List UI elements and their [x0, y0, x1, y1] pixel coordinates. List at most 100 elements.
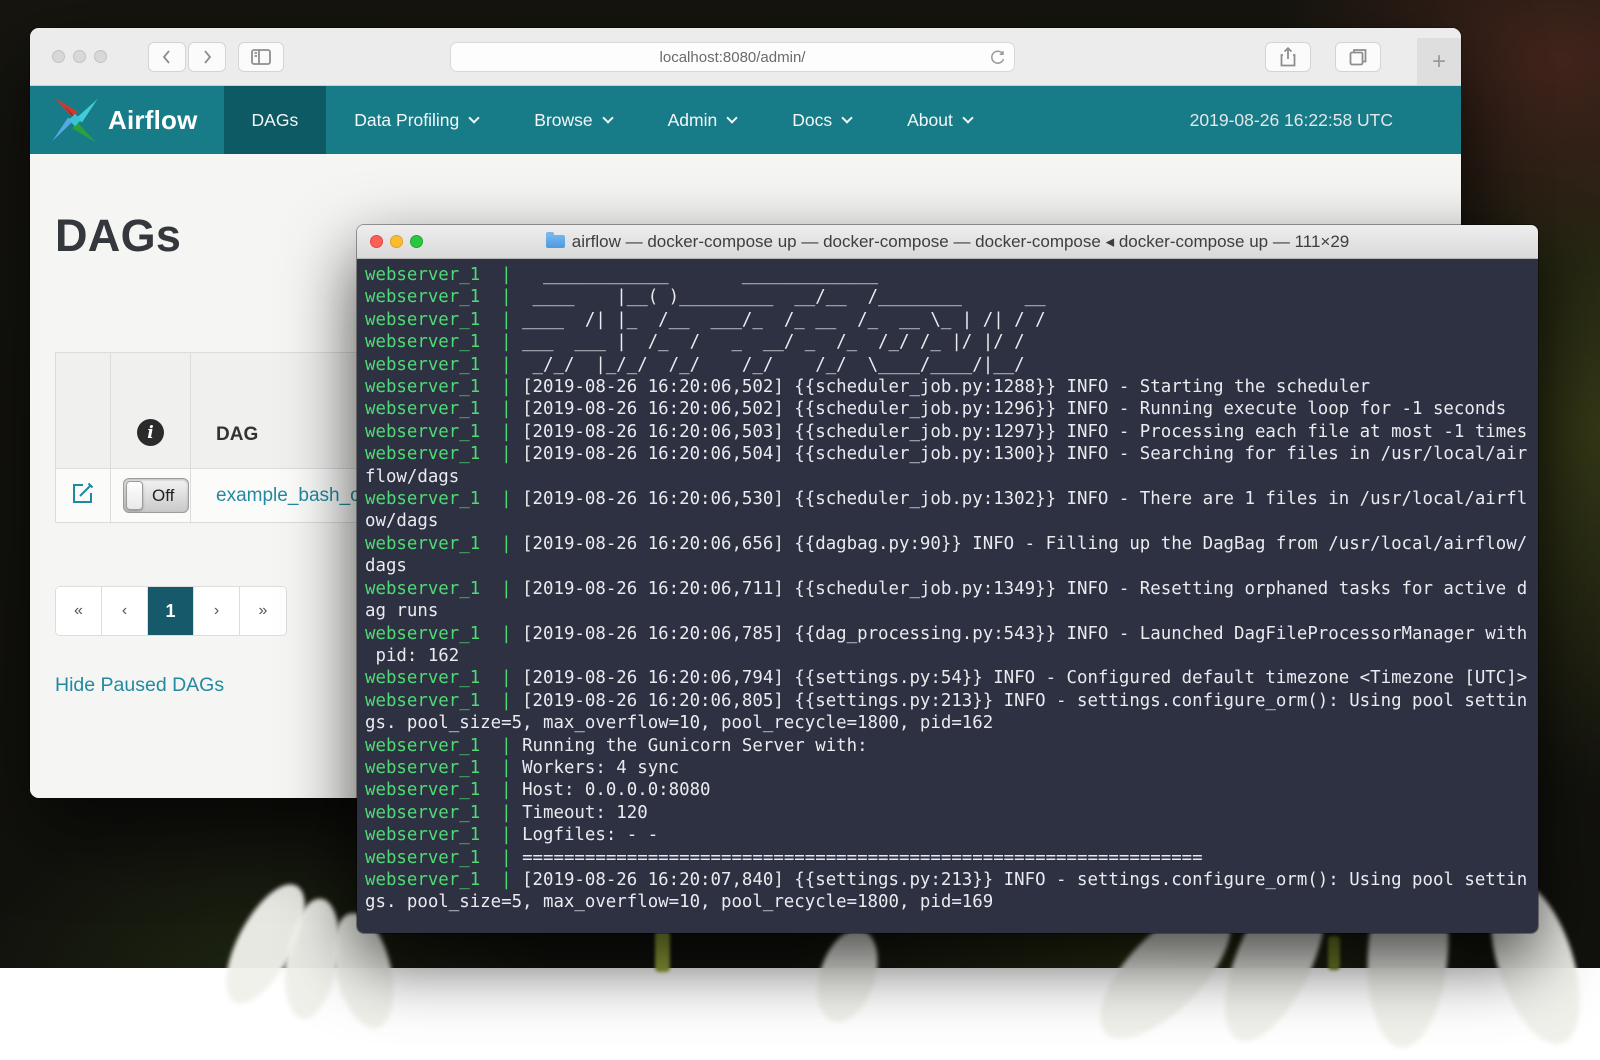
airflow-navbar: Airflow DAGs Data Profiling Browse Admin Doc… [30, 86, 1461, 154]
nav-item-dags[interactable]: DAGs [224, 86, 327, 154]
nav-item-browse[interactable]: Browse [506, 86, 639, 154]
chevron-down-icon [727, 112, 738, 123]
nav-item-about[interactable]: About [879, 86, 1000, 154]
terminal-line: webserver_1 | Running the Gunicorn Serve… [365, 735, 1538, 757]
sidebar-toggle-button[interactable] [238, 42, 284, 72]
chevron-down-icon [841, 112, 852, 123]
terminal-line: flow/dags [365, 466, 1538, 488]
terminal-title-text: airflow — docker-compose up — docker-com… [572, 232, 1350, 252]
terminal-line: webserver_1 | ==========================… [365, 847, 1538, 869]
terminal-line: webserver_1 | ____________ _____________ [365, 264, 1538, 286]
terminal-line: webserver_1 | [2019-08-26 16:20:06,530] … [365, 488, 1538, 510]
pagination-item[interactable]: › [194, 587, 240, 635]
nav-item-label: Admin [668, 110, 718, 131]
terminal-window: airflow — docker-compose up — docker-com… [357, 225, 1538, 933]
nav-item-data-profiling[interactable]: Data Profiling [326, 86, 506, 154]
flower-stem [655, 930, 670, 972]
pagination-item[interactable]: « [56, 587, 102, 635]
nav-item-label: Docs [792, 110, 832, 131]
terminal-line: ow/dags [365, 510, 1538, 532]
terminal-line: pid: 162 [365, 645, 1538, 667]
tabs-icon [1349, 48, 1367, 66]
zoom-window-icon[interactable] [410, 235, 423, 248]
terminal-line: webserver_1 | [2019-08-26 16:20:06,502] … [365, 376, 1538, 398]
terminal-line: webserver_1 | _/_/ |_/_/ /_/ /_/ /_/ \__… [365, 354, 1538, 376]
terminal-line: webserver_1 | [2019-08-26 16:20:06,794] … [365, 667, 1538, 689]
nav-item-admin[interactable]: Admin [640, 86, 765, 154]
nav-item-label: DAGs [252, 110, 299, 131]
back-button[interactable] [148, 42, 186, 72]
daisy-petal [807, 922, 889, 1030]
terminal-line: webserver_1 | [2019-08-26 16:20:06,711] … [365, 578, 1538, 600]
terminal-title: airflow — docker-compose up — docker-com… [546, 232, 1350, 252]
nav-item-label: Browse [534, 110, 592, 131]
navbar-menu: DAGs Data Profiling Browse Admin Docs About [224, 86, 1000, 154]
terminal-line: webserver_1 | [2019-08-26 16:20:06,504] … [365, 443, 1538, 465]
terminal-line: webserver_1 | [2019-08-26 16:20:06,502] … [365, 398, 1538, 420]
close-window-icon[interactable] [52, 50, 65, 63]
info-column-header: i [111, 353, 191, 469]
pagination-item[interactable]: ‹ [102, 587, 148, 635]
terminal-line: webserver_1 | Logfiles: - - [365, 824, 1538, 846]
airflow-brand[interactable]: Airflow [50, 95, 198, 145]
nav-item-label: About [907, 110, 953, 131]
edit-cell [56, 469, 111, 523]
utc-clock: 2019-08-26 16:22:58 UTC [1190, 110, 1393, 131]
minimize-window-icon[interactable] [73, 50, 86, 63]
toggle-knob [126, 481, 143, 510]
terminal-line: webserver_1 | ____ /| |_ /__ ___/_ /_ __… [365, 309, 1538, 331]
terminal-line: webserver_1 | [2019-08-26 16:20:06,785] … [365, 623, 1538, 645]
info-icon: i [137, 419, 164, 446]
chevron-down-icon [962, 112, 973, 123]
forward-button[interactable] [188, 42, 226, 72]
chevron-right-icon [199, 48, 215, 66]
terminal-line: gs. pool_size=5, max_overflow=10, pool_r… [365, 712, 1538, 734]
terminal-line: ag runs [365, 600, 1538, 622]
terminal-body[interactable]: webserver_1 | ____________ _____________… [357, 259, 1538, 933]
minimize-window-icon[interactable] [390, 235, 403, 248]
brand-name: Airflow [108, 105, 198, 136]
nav-item-docs[interactable]: Docs [764, 86, 879, 154]
terminal-line: webserver_1 | ___ ___ | /_ / _ __/ _ /_ … [365, 331, 1538, 353]
terminal-titlebar[interactable]: airflow — docker-compose up — docker-com… [357, 225, 1538, 259]
refresh-icon[interactable] [989, 49, 1006, 71]
terminal-line: webserver_1 | [2019-08-26 16:20:06,656] … [365, 533, 1538, 555]
airflow-logo-icon [50, 95, 100, 145]
chevron-down-icon [602, 112, 613, 123]
new-tab-button[interactable]: + [1417, 38, 1461, 85]
flower-stem [1328, 936, 1340, 970]
chevron-left-icon [159, 48, 175, 66]
toggle-cell: Off [111, 469, 191, 523]
terminal-line: webserver_1 | [2019-08-26 16:20:06,503] … [365, 421, 1538, 443]
share-icon [1280, 47, 1296, 67]
terminal-line: webserver_1 | [2019-08-26 16:20:06,805] … [365, 690, 1538, 712]
window-controls[interactable] [52, 50, 107, 63]
chevron-down-icon [469, 112, 480, 123]
hide-paused-dags-link[interactable]: Hide Paused DAGs [55, 674, 224, 697]
dag-pause-toggle[interactable]: Off [123, 478, 189, 513]
share-button[interactable] [1265, 42, 1311, 72]
address-bar[interactable]: localhost:8080/admin/ [450, 42, 1015, 72]
toggle-label: Off [152, 486, 174, 506]
browser-toolbar: localhost:8080/admin/ + [30, 28, 1461, 86]
terminal-window-controls[interactable] [370, 235, 423, 248]
close-window-icon[interactable] [370, 235, 383, 248]
pagination-current-page[interactable]: 1 [148, 587, 194, 635]
terminal-line: webserver_1 | Workers: 4 sync [365, 757, 1538, 779]
terminal-line: webserver_1 | ____ |__( )_________ __/__… [365, 286, 1538, 308]
url-text: localhost:8080/admin/ [660, 49, 806, 66]
pagination-item[interactable]: » [240, 587, 286, 635]
edit-column-header [56, 353, 111, 469]
edit-dag-icon[interactable] [71, 481, 95, 505]
nav-item-label: Data Profiling [354, 110, 459, 131]
zoom-window-icon[interactable] [94, 50, 107, 63]
pagination: «‹1›» [55, 586, 287, 636]
page-title: DAGs [55, 210, 181, 262]
terminal-line: webserver_1 | Host: 0.0.0.0:8080 [365, 779, 1538, 801]
folder-icon [546, 235, 565, 248]
sidebar-icon [251, 49, 271, 65]
plus-icon: + [1432, 48, 1446, 76]
terminal-line: gs. pool_size=5, max_overflow=10, pool_r… [365, 891, 1538, 913]
terminal-line: webserver_1 | [2019-08-26 16:20:07,840] … [365, 869, 1538, 891]
tabs-overview-button[interactable] [1335, 42, 1381, 72]
